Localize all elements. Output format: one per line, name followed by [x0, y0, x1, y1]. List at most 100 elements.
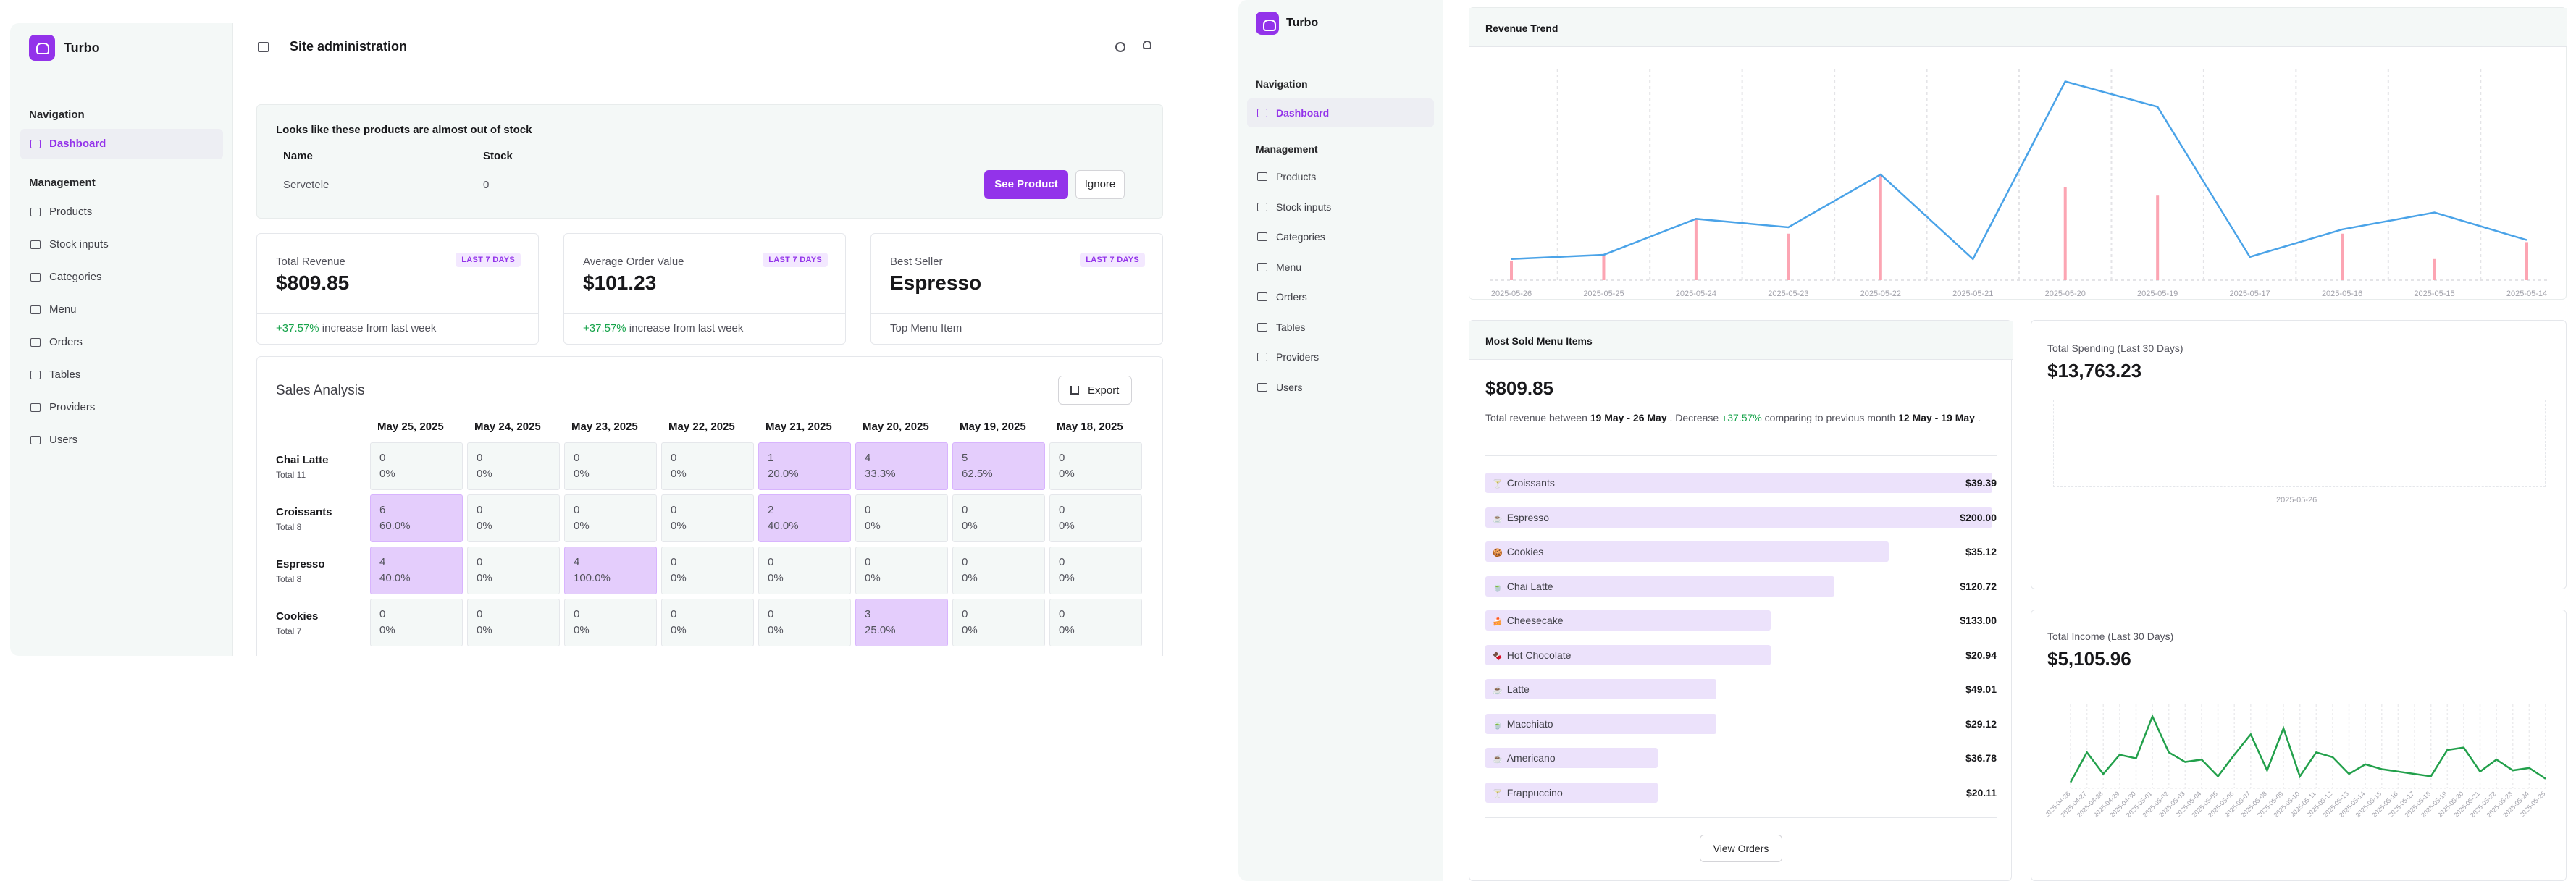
cell-percent: 0%	[1059, 572, 1075, 584]
stat-badge: LAST 7 DAYS	[1080, 253, 1145, 267]
menu-item-name: 🍫 Hot Chocolate	[1493, 649, 1571, 661]
sidebar-item-stock-inputs[interactable]: Stock inputs	[1257, 201, 1331, 213]
sidebar-item-products[interactable]: Products	[1257, 171, 1316, 182]
sales-cell: 0 0%	[467, 599, 560, 646]
sales-cell: 0 0%	[467, 494, 560, 542]
sidebar-item-providers[interactable]: Providers	[1257, 351, 1319, 363]
sidebar-item-categories[interactable]: Categories	[1257, 231, 1325, 243]
sidebar-item-dashboard[interactable]: Dashboard	[1247, 98, 1434, 127]
sales-cell: 0 0%	[661, 442, 754, 490]
sidebar-item-dashboard[interactable]: Dashboard	[20, 129, 223, 159]
stat-badge: LAST 7 DAYS	[763, 253, 828, 267]
sidebar-item-users[interactable]: Users	[1257, 382, 1303, 393]
sidebar-toggle-icon[interactable]	[258, 42, 269, 52]
revenue-bar	[1510, 261, 1513, 280]
menu-item-label: Cheesecake	[1506, 615, 1564, 626]
menu-item-value: $36.78	[1965, 752, 1997, 764]
x-tick-label: 2025-05-20	[2045, 290, 2086, 298]
see-product-button[interactable]: See Product	[984, 170, 1068, 199]
stat-badge: LAST 7 DAYS	[456, 253, 521, 267]
sales-cell: 4 33.3%	[855, 442, 948, 490]
menu-item-row: ☕ Latte $49.01	[1485, 679, 1997, 699]
row-product-name: Cookies	[276, 610, 319, 623]
providers-icon	[1257, 353, 1267, 361]
cell-percent: 0%	[574, 468, 590, 480]
sidebar-item-orders[interactable]: Orders	[1257, 291, 1307, 303]
menu-item-label: Espresso	[1506, 511, 1550, 523]
sidebar-item-label: Dashboard	[1276, 107, 1330, 119]
sidebar-item-orders[interactable]: Orders	[30, 336, 83, 348]
providers-icon	[30, 402, 41, 412]
sidebar-item-products[interactable]: Products	[30, 206, 92, 218]
cell-count: 0	[962, 608, 968, 620]
sun-icon[interactable]	[1115, 42, 1125, 52]
turbo-logo-icon	[1256, 12, 1279, 35]
spending-value: $13,763.23	[2047, 360, 2142, 382]
spending-title: Total Spending (Last 30 Days)	[2047, 342, 2183, 354]
cell-percent: 40.0%	[768, 520, 799, 532]
export-label: Export	[1088, 384, 1120, 397]
income-title: Total Income (Last 30 Days)	[2047, 631, 2174, 642]
cell-count: 0	[962, 504, 968, 516]
x-tick-label: 2025-05-19	[2137, 290, 2178, 298]
sidebar-item-label: Users	[1276, 381, 1303, 393]
revenue-trend-title: Revenue Trend	[1485, 22, 1558, 34]
menu-item-value: $35.12	[1965, 546, 1997, 557]
stat-card: Best Seller LAST 7 DAYS Espresso Top Menu I…	[870, 233, 1163, 345]
nav-heading: Navigation	[1256, 78, 1308, 90]
income-card: Total Income (Last 30 Days) $5,105.96 20…	[2031, 610, 2567, 881]
sidebar-item-label: Menu	[1276, 261, 1302, 273]
stock-alert-card: Looks like these products are almost out…	[256, 104, 1163, 219]
date-header: May 21, 2025	[765, 421, 832, 433]
sidebar-item-menu[interactable]: Menu	[30, 303, 77, 316]
cell-percent: 0%	[379, 624, 395, 636]
view-orders-button[interactable]: View Orders	[1700, 835, 1782, 862]
grid-icon	[1257, 109, 1267, 117]
sales-cell: 3 25.0%	[855, 599, 948, 646]
sidebar-item-tables[interactable]: Tables	[1257, 321, 1305, 333]
tables-icon	[1257, 322, 1267, 332]
cell-percent: 0%	[574, 624, 590, 636]
menu-icon	[30, 305, 41, 314]
sales-cell: 5 62.5%	[952, 442, 1045, 490]
sales-cell: 0 0%	[1049, 599, 1142, 646]
date-header: May 24, 2025	[474, 421, 541, 433]
cell-percent: 0%	[1059, 468, 1075, 480]
menu-item-name: 🍵 Chai Latte	[1493, 581, 1553, 592]
ignore-button[interactable]: Ignore	[1075, 170, 1125, 199]
sidebar-item-users[interactable]: Users	[30, 434, 77, 446]
sales-cell: 0 0%	[661, 547, 754, 594]
revenue-bar	[2525, 242, 2528, 280]
cell-count: 0	[865, 504, 871, 516]
menu-item-label: Cookies	[1506, 546, 1544, 557]
sidebar-item-menu[interactable]: Menu	[1257, 261, 1301, 273]
revenue-bar	[2433, 258, 2436, 280]
categories-icon	[30, 272, 41, 282]
menu-item-value: $49.01	[1965, 683, 1997, 695]
cell-percent: 20.0%	[768, 468, 799, 480]
menu-item-icon: 🍸	[1493, 480, 1503, 489]
cell-percent: 0%	[574, 520, 590, 532]
cell-count: 0	[1059, 504, 1065, 516]
grid-icon	[30, 139, 41, 148]
download-icon	[1070, 386, 1079, 395]
sidebar-item-providers[interactable]: Providers	[30, 401, 95, 413]
export-button[interactable]: Export	[1058, 376, 1132, 405]
menu-item-value: $20.94	[1965, 649, 1997, 661]
stat-card: Total Revenue LAST 7 DAYS $809.85 +37.57% i…	[256, 233, 539, 345]
income-value: $5,105.96	[2047, 648, 2131, 670]
stat-footnote: Top Menu Item	[890, 322, 962, 334]
sales-cell: 0 0%	[564, 599, 657, 646]
tables-icon	[30, 370, 41, 379]
sidebar-item-categories[interactable]: Categories	[30, 271, 102, 283]
sidebar-item-label: Stock inputs	[49, 238, 109, 250]
menu-item-value: $39.39	[1965, 477, 1997, 489]
menu-item-icon: ☕	[1493, 514, 1503, 523]
sales-cell: 0 0%	[661, 494, 754, 542]
sidebar-item-stock-inputs[interactable]: Stock inputs	[30, 238, 109, 250]
menu-item-bar	[1485, 473, 1992, 493]
sidebar-item-tables[interactable]: Tables	[30, 368, 80, 381]
stat-card: Average Order Value LAST 7 DAYS $101.23 +37…	[563, 233, 846, 345]
x-tick-label: 2025-05-23	[1768, 290, 1808, 298]
user-icon[interactable]	[1143, 41, 1151, 49]
